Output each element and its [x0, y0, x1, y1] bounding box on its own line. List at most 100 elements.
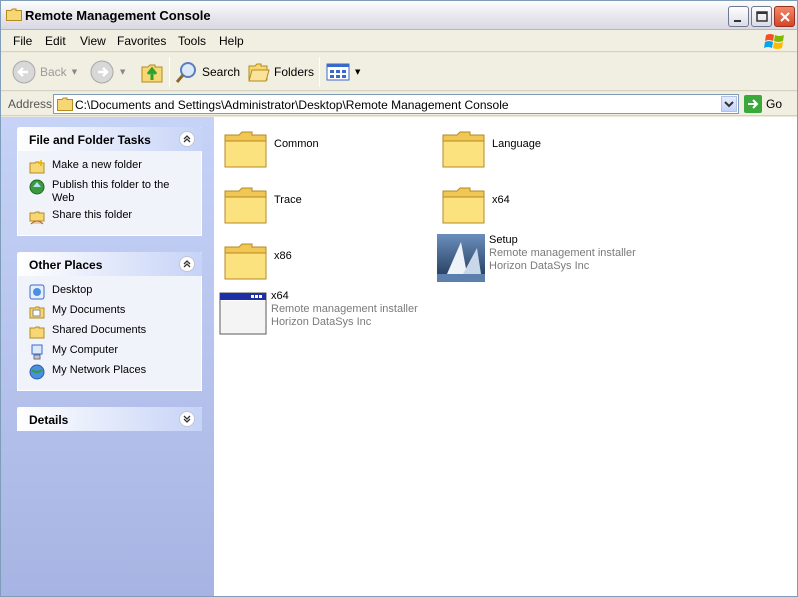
task-publish-folder[interactable]: Publish this folder to the Web [18, 177, 201, 207]
item-description: Remote management installer [271, 303, 418, 315]
file-item[interactable]: Setup Remote management installer Horizo… [437, 234, 636, 282]
maximize-button[interactable] [751, 6, 772, 27]
item-company: Horizon DataSys Inc [271, 316, 372, 328]
item-name: x86 [274, 250, 292, 262]
other-places-header[interactable]: Other Places [17, 252, 202, 276]
folder-icon [57, 97, 73, 111]
windows-logo-icon [764, 34, 784, 49]
go-button[interactable]: Go [744, 95, 782, 113]
my-computer-icon [31, 344, 43, 360]
address-label: Address [8, 97, 53, 111]
forward-dropdown-icon[interactable]: ▼ [120, 68, 125, 76]
folder-icon [6, 8, 22, 21]
menu-file[interactable]: File [13, 34, 32, 48]
file-folder-tasks-panel: File and Folder Tasks Make a new folder … [17, 127, 202, 236]
details-title: Details [29, 413, 69, 427]
up-button[interactable] [139, 57, 165, 87]
back-button[interactable]: Back ▼ [11, 57, 77, 87]
collapse-button[interactable] [179, 256, 195, 272]
chevron-down-icon [724, 101, 734, 108]
back-dropdown-icon[interactable]: ▼ [72, 68, 77, 76]
place-label: My Network Places [52, 364, 147, 376]
maximize-icon [756, 11, 768, 22]
item-name: Common [274, 138, 319, 150]
task-label: Share this folder [52, 209, 133, 221]
application-window-icon [219, 292, 267, 335]
folders-icon [248, 63, 270, 82]
explorer-window: Remote Management Console File Edit View… [0, 0, 798, 597]
folder-item[interactable]: Common [222, 125, 319, 173]
address-bar: Address C:\Documents and Settings\Admini… [1, 92, 797, 116]
folder-item[interactable]: x64 [440, 181, 510, 229]
place-my-documents[interactable]: My Documents [18, 302, 201, 322]
menu-edit[interactable]: Edit [45, 34, 66, 48]
views-button[interactable]: ▼ [326, 57, 360, 87]
collapse-button[interactable] [179, 131, 195, 147]
desktop-icon [29, 284, 45, 300]
details-header[interactable]: Details [17, 407, 202, 431]
folders-label: Folders [274, 65, 315, 79]
folders-button[interactable]: Folders [247, 57, 314, 87]
go-arrow-icon [744, 95, 762, 113]
file-folder-tasks-title: File and Folder Tasks [29, 133, 151, 147]
views-icon [326, 63, 350, 81]
file-folder-tasks-header[interactable]: File and Folder Tasks [17, 127, 202, 151]
place-label: My Documents [52, 304, 126, 316]
task-label: Make a new folder [52, 159, 142, 171]
menu-tools[interactable]: Tools [178, 34, 206, 48]
search-button[interactable]: Search [175, 57, 240, 87]
close-button[interactable] [774, 6, 795, 27]
item-name: Setup [489, 234, 518, 246]
task-make-new-folder[interactable]: Make a new folder [18, 157, 201, 177]
folder-icon [224, 131, 267, 168]
views-dropdown-icon[interactable]: ▼ [355, 68, 360, 76]
task-label: Publish this folder to the Web [52, 179, 170, 204]
my-documents-icon [29, 306, 45, 319]
new-folder-icon [29, 160, 45, 174]
folder-up-icon [141, 64, 163, 83]
folder-icon [224, 187, 267, 224]
folder-icon [224, 243, 267, 280]
chevron-down-double-icon [183, 415, 191, 423]
menu-help[interactable]: Help [219, 34, 244, 48]
details-panel: Details [17, 407, 202, 431]
place-label: My Computer [52, 344, 119, 356]
menu-view[interactable]: View [80, 34, 106, 48]
installer-icon [437, 234, 485, 282]
menu-favorites[interactable]: Favorites [117, 34, 166, 48]
place-my-computer[interactable]: My Computer [18, 342, 201, 362]
place-shared-documents[interactable]: Shared Documents [18, 322, 201, 342]
folder-icon [442, 131, 485, 168]
address-path: C:\Documents and Settings\Administrator\… [75, 98, 509, 112]
minimize-button[interactable] [728, 6, 749, 27]
place-label: Shared Documents [52, 324, 147, 336]
file-item[interactable]: x64 Remote management installer Horizon … [219, 290, 418, 338]
folder-item[interactable]: x86 [222, 237, 292, 285]
forward-arrow-icon [90, 60, 114, 84]
title-bar[interactable]: Remote Management Console [1, 1, 797, 30]
place-my-network-places[interactable]: My Network Places [18, 362, 201, 382]
toolbar: Back ▼ ▼ Search Folders ▼ [1, 53, 797, 91]
expand-button[interactable] [179, 411, 195, 427]
item-name: x64 [271, 290, 289, 302]
address-input[interactable]: C:\Documents and Settings\Administrator\… [53, 94, 739, 114]
place-label: Desktop [52, 284, 93, 296]
share-folder-icon [29, 211, 45, 225]
address-dropdown-button[interactable] [721, 96, 737, 112]
window-title: Remote Management Console [25, 8, 211, 23]
go-label: Go [766, 97, 783, 111]
place-desktop[interactable]: Desktop [18, 282, 201, 302]
folder-item[interactable]: Language [440, 125, 541, 173]
network-places-icon [29, 364, 45, 380]
shared-documents-icon [29, 326, 45, 339]
folder-item[interactable]: Trace [222, 181, 302, 229]
search-label: Search [202, 65, 241, 79]
minimize-icon [734, 20, 741, 22]
item-company: Horizon DataSys Inc [489, 260, 590, 272]
item-description: Remote management installer [489, 247, 636, 259]
item-name: Language [492, 138, 541, 150]
forward-button[interactable]: ▼ [89, 57, 125, 87]
task-share-folder[interactable]: Share this folder [18, 207, 201, 227]
file-view: Common Language Trace x64 x86 Setup Remo… [214, 117, 797, 596]
menu-bar: File Edit View Favorites Tools Help [1, 30, 797, 52]
